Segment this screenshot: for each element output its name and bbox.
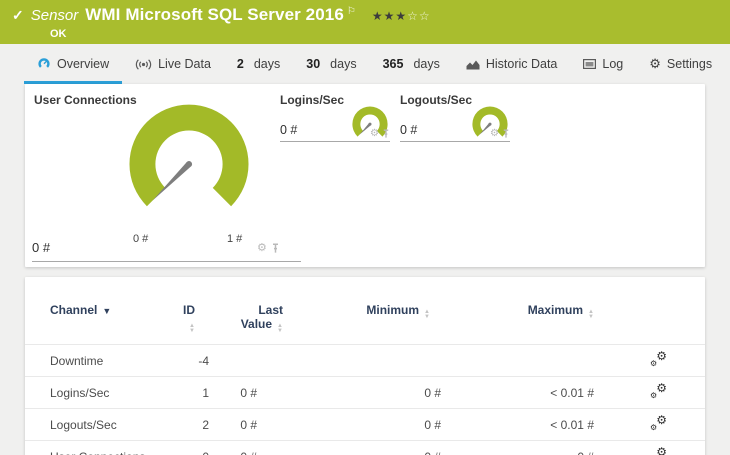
logouts-gauge-group: Logouts/Sec 0 # ⚙ [400,93,510,142]
channel-settings-icon[interactable]: ⚙⚙ [650,381,667,400]
logouts-gauge [472,106,508,137]
tab-number: 365 [382,57,404,71]
table-row-logins-sec: Logins/Sec 1 0 # 0 # < 0.01 # ⚙ ⚙ [25,376,705,409]
status-check-icon: ✓ [12,7,24,23]
channel-minimum: 0 # [287,440,487,455]
sort-icon: ▲ ▼ [189,323,195,334]
area-chart-icon [466,60,480,69]
sorted-desc-icon: ▼ [102,306,112,316]
tab-overview[interactable]: Overview [24,44,123,84]
column-header-minimum[interactable]: Minimum ▲ ▼ [287,277,487,345]
channel-minimum: 0 # [287,376,487,409]
column-header-maximum[interactable]: Maximum ▲ ▼ [487,277,644,345]
sensor-kind-label: Sensor [30,7,79,24]
channel-id: -4 [180,344,225,377]
channel-maximum: < 0.01 # [487,376,644,409]
gauge-scale-max: 1 # [227,233,243,245]
column-header-settings [644,277,705,345]
channel-last-value [225,344,287,377]
sensor-title-row: ✓ Sensor WMI Microsoft SQL Server 2016 ⚐… [12,5,730,25]
tab-label: Overview [57,57,110,71]
column-header-id[interactable]: ID ▲ ▼ [180,277,225,345]
gear-icon[interactable]: ⚙ [490,129,499,139]
tab-label: days [253,57,281,71]
channel-settings-icon[interactable]: ⚙⚙ [650,445,667,455]
channel-minimum [287,344,487,377]
channels-panel: Channel ▼ ID ▲ ▼ Last Value ▲ ▼ Minimum ▲ ▼ Maxi… [25,277,705,455]
gear-icon[interactable]: ⚙ [370,129,379,139]
flag-icon[interactable]: ⚐ [347,6,356,17]
tab-label: Historic Data [485,57,558,71]
channel-maximum [487,344,644,377]
sort-icon: ▲ ▼ [588,309,594,320]
gauges-panel: User Connections 0 # 1 # 0 # ⚙ Logins/Se… [25,84,705,267]
sensor-title: WMI Microsoft SQL Server 2016 [85,5,344,24]
sort-icon: ▲ ▼ [277,323,283,334]
gauge-icon [38,58,50,68]
channel-name: Logins/Sec [25,376,180,409]
column-header-last-value[interactable]: Last Value ▲ ▼ [225,277,287,345]
logins-gauge-group: Logins/Sec 0 # ⚙ [280,93,390,142]
channel-minimum: 0 # [287,408,487,441]
tab-label: days [330,57,357,71]
sensor-page: ✓ Sensor WMI Microsoft SQL Server 2016 ⚐… [0,0,730,455]
pin-icon[interactable] [502,129,510,139]
channel-last-value: 0 # [225,376,287,409]
table-header-row: Channel ▼ ID ▲ ▼ Last Value ▲ ▼ Minimum ▲ ▼ Maxi… [25,277,705,345]
sensor-header: ✓ Sensor WMI Microsoft SQL Server 2016 ⚐… [0,0,730,44]
table-row-user-connections: User Connections 0 0 # 0 # 0 # ⚙⚙ [25,440,705,455]
channel-last-value: 0 # [225,408,287,441]
table-row-downtime: Downtime -4 ⚙ ⚙ [25,344,705,377]
logins-gauge-tools: ⚙ [370,129,390,139]
tab-label: days [413,57,440,71]
channels-table: Channel ▼ ID ▲ ▼ Last Value ▲ ▼ Minimum ▲ ▼ Maxi… [25,277,705,455]
logouts-gauge-tools: ⚙ [490,129,510,139]
channel-id: 2 [180,408,225,441]
gauge-scale-min: 0 # [133,233,149,245]
gear-icon[interactable]: ⚙ [257,243,267,254]
channel-id: 1 [180,376,225,409]
tab-label: Log [602,57,624,71]
tab-bar: Overview Live Data 2 days 30 days 365 da… [0,44,730,84]
stars-filled: ★★★ [371,9,408,23]
tab-label: Settings [666,57,713,71]
live-data-icon [135,58,152,70]
channel-name: Logouts/Sec [25,408,180,441]
tab-historic-data[interactable]: Historic Data [453,44,571,84]
table-row-logouts-sec: Logouts/Sec 2 0 # 0 # < 0.01 # ⚙ ⚙ [25,408,705,441]
tab-2-days[interactable]: 2 days [224,44,293,84]
logins-gauge [352,106,388,137]
pin-icon[interactable] [271,243,280,254]
tab-number: 2 [236,57,244,71]
gauge-divider [32,261,301,262]
tab-settings[interactable]: ⚙ Settings [636,44,725,84]
log-icon [583,59,597,69]
channel-maximum: 0 # [487,440,644,455]
channel-settings-icon[interactable]: ⚙⚙ [650,413,667,432]
channel-name: Downtime [25,344,180,377]
tab-30-days[interactable]: 30 days [293,44,369,84]
priority-stars[interactable]: ★★★☆☆ [372,9,431,23]
channel-id: 0 [180,440,225,455]
tab-number: 30 [306,57,321,71]
logouts-gauge-value: 0 # [400,123,418,137]
pin-icon[interactable] [382,129,390,139]
status-badge: OK [50,28,67,40]
channel-last-value: 0 # [225,440,287,455]
stars-empty: ☆☆ [407,9,431,23]
tab-live-data[interactable]: Live Data [122,44,224,84]
channel-maximum: < 0.01 # [487,408,644,441]
tab-log[interactable]: Log [570,44,636,84]
primary-gauge-value: 0 # [32,240,51,255]
logins-gauge-value: 0 # [280,123,298,137]
tab-label: Live Data [158,57,211,71]
channel-name: User Connections [25,440,180,455]
user-connections-gauge [129,104,249,207]
column-header-channel[interactable]: Channel ▼ [25,277,180,345]
primary-gauge-tools: ⚙ [257,243,280,254]
tab-365-days[interactable]: 365 days [370,44,453,84]
channel-settings-icon[interactable]: ⚙⚙ [650,349,667,368]
gear-icon: ⚙ [649,56,661,71]
sort-icon: ▲ ▼ [424,309,430,320]
